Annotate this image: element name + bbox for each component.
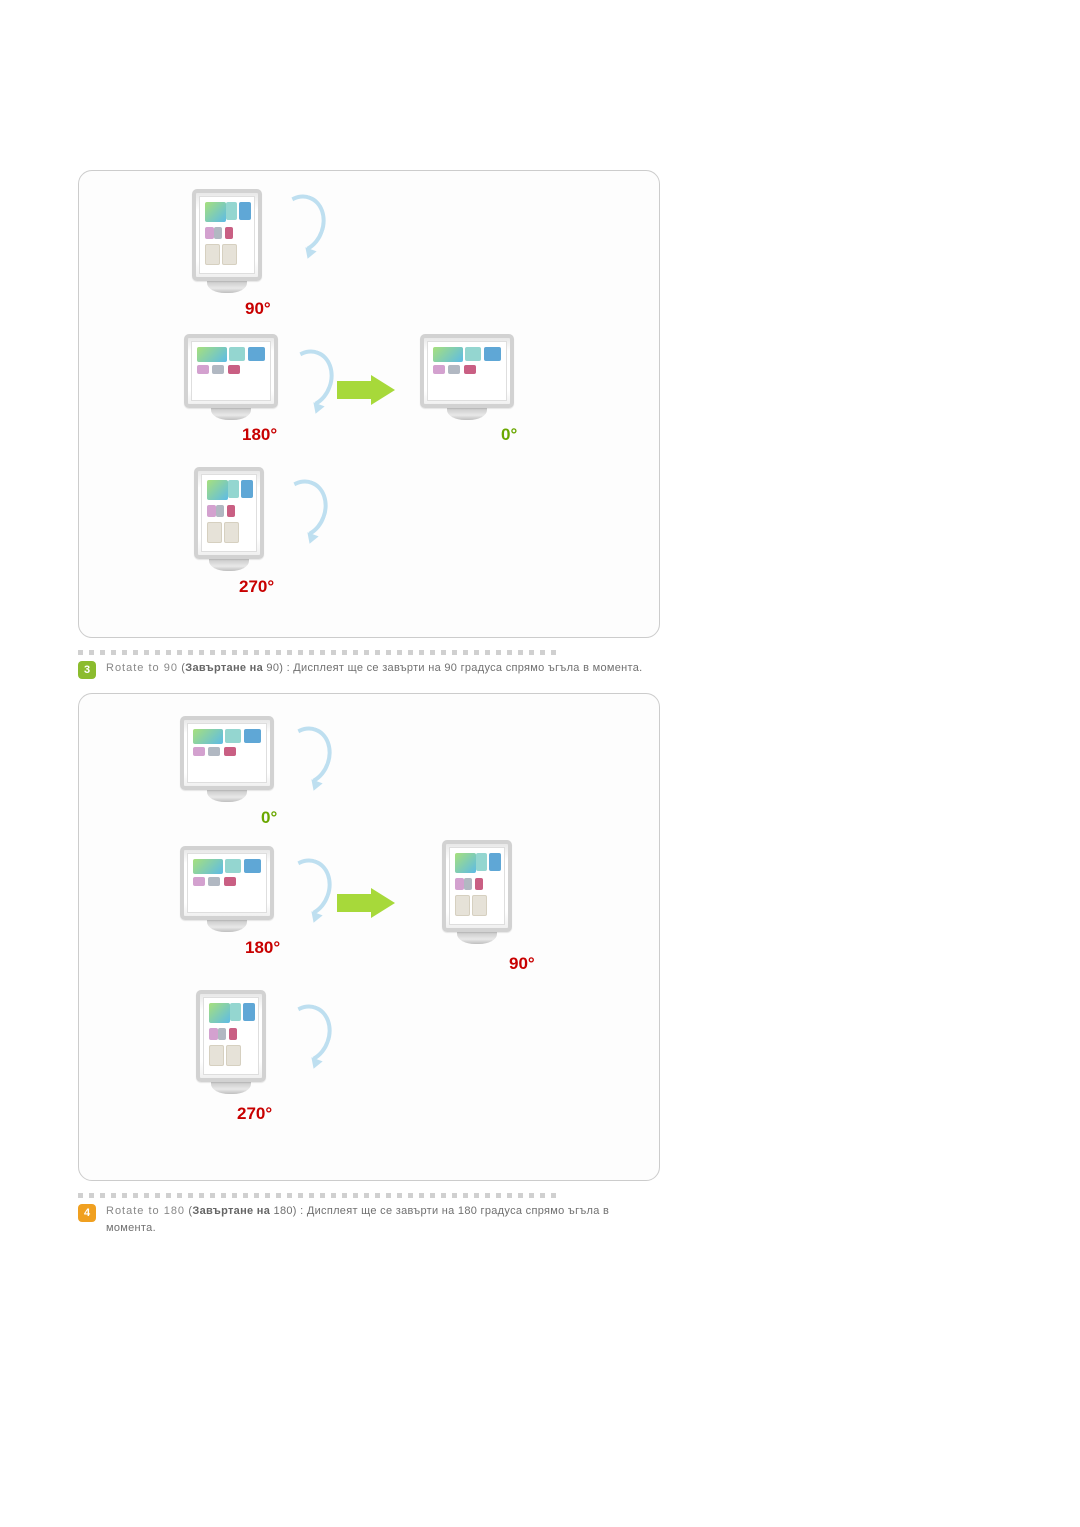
label-180: 180° — [245, 938, 280, 958]
dotted-divider — [78, 648, 660, 660]
label-90: 90° — [509, 954, 535, 974]
item-rotate-90: 3 Rotate to 90 (Завъртане на 90) : Диспл… — [78, 660, 660, 679]
monitor-180 — [181, 334, 281, 420]
arrow-right-icon — [337, 375, 395, 405]
monitor-180 — [177, 846, 277, 932]
label-270: 270° — [237, 1104, 272, 1124]
badge-4: 4 — [78, 1204, 96, 1222]
monitor-0 — [177, 716, 277, 802]
monitor-0-result — [417, 334, 517, 420]
label-0: 0° — [501, 425, 517, 445]
monitor-90 — [177, 189, 277, 293]
badge-3: 3 — [78, 661, 96, 679]
label-90: 90° — [245, 299, 271, 319]
curve-arrow — [272, 997, 340, 1070]
label-180: 180° — [242, 425, 277, 445]
monitor-270 — [179, 467, 279, 571]
curve-arrow — [272, 719, 340, 792]
rotation-diagram-90deg: 0° 180° 90° 270° — [78, 693, 660, 1181]
item-text: Rotate to 180 (Завъртане на 180) : Диспл… — [106, 1203, 660, 1237]
arrow-right-icon — [337, 888, 395, 918]
curve-arrow — [272, 851, 340, 924]
monitor-270 — [181, 990, 281, 1094]
label-270: 270° — [239, 577, 274, 597]
rotation-diagram-0deg: 90° 180° 0° 270° — [78, 170, 660, 638]
dotted-divider — [78, 1191, 660, 1203]
curve-arrow — [274, 342, 342, 415]
item-rotate-180: 4 Rotate to 180 (Завъртане на 180) : Дис… — [78, 1203, 660, 1237]
label-0: 0° — [261, 808, 277, 828]
monitor-90-result — [427, 840, 527, 944]
item-text: Rotate to 90 (Завъртане на 90) : Дисплея… — [106, 660, 643, 679]
